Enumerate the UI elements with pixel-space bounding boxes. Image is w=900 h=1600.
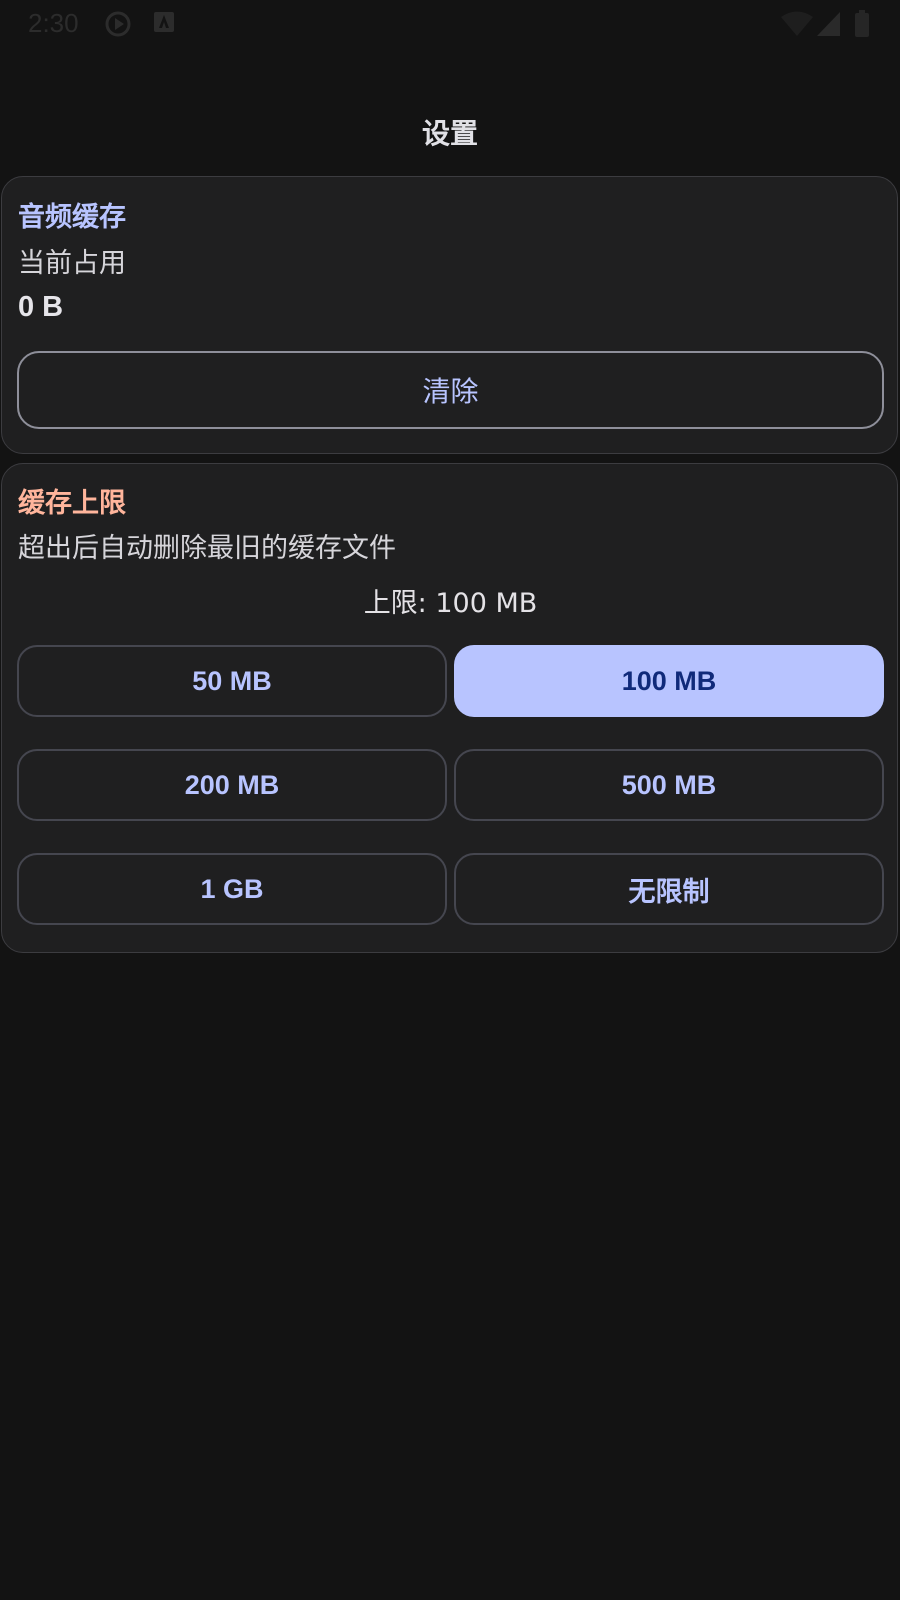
limit-option-500mb[interactable]: 500 MB [454, 749, 884, 821]
cache-limit-title: 缓存上限 [18, 488, 126, 519]
clear-cache-button[interactable]: 清除 [17, 351, 884, 429]
page-title: 设置 [421, 117, 478, 150]
usage-value: 0 B [18, 291, 64, 323]
play-circle-icon [104, 10, 132, 42]
signal-icon [816, 10, 842, 42]
limit-option-1gb[interactable]: 1 GB [17, 853, 447, 925]
limit-option-50mb[interactable]: 50 MB [17, 645, 447, 717]
limit-option-100mb[interactable]: 100 MB [454, 645, 884, 717]
battery-icon [854, 10, 870, 42]
font-notification-icon [152, 10, 176, 38]
current-limit-text: 上限: 100 MB [363, 588, 538, 619]
cache-limit-card: 缓存上限 超出后自动删除最旧的缓存文件 上限: 100 MB 50 MB 100… [1, 463, 898, 953]
limit-option-200mb[interactable]: 200 MB [17, 749, 447, 821]
status-time: 2:30 [28, 8, 79, 38]
audio-cache-title: 音频缓存 [18, 202, 126, 233]
wifi-icon [780, 10, 814, 42]
cache-limit-description: 超出后自动删除最旧的缓存文件 [18, 533, 396, 564]
audio-cache-card: 音频缓存 当前占用 0 B 清除 [1, 176, 898, 454]
usage-label: 当前占用 [18, 248, 126, 279]
status-bar: 2:30 [0, 0, 900, 48]
limit-option-unlimited[interactable]: 无限制 [454, 853, 884, 925]
